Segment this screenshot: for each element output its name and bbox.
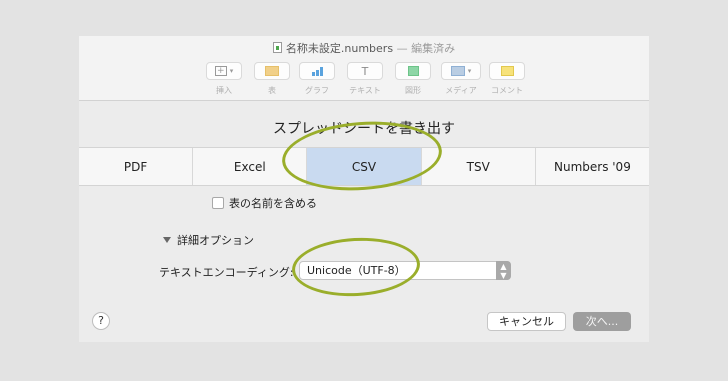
comment-button[interactable] — [489, 62, 525, 80]
chart-button[interactable] — [299, 62, 335, 80]
cancel-button[interactable]: キャンセル — [487, 312, 566, 331]
text-icon: T — [361, 64, 369, 78]
tab-csv[interactable]: CSV — [307, 148, 422, 185]
sheet-title: スプレッドシートを書き出す — [273, 121, 455, 137]
toolbar-label-comment: コメント — [491, 86, 523, 95]
window-filename: 名称未設定.numbers — [285, 42, 394, 55]
encoding-label: テキストエンコーディング: — [159, 266, 294, 279]
include-table-names-label: 表の名前を含める — [229, 197, 317, 210]
insert-button[interactable]: + ▾ — [206, 62, 242, 80]
chevron-down-icon: ▾ — [229, 67, 234, 75]
title-bar: 名称未設定.numbers — 編集済み + ▾ 挿入 表 グラフ T テキスト… — [79, 36, 649, 100]
toolbar-label-insert: 挿入 — [216, 86, 232, 95]
tab-tsv[interactable]: TSV — [422, 148, 536, 185]
format-tabs: PDF Excel CSV TSV Numbers '09 — [79, 147, 649, 186]
include-table-names-checkbox[interactable] — [212, 197, 224, 209]
shape-icon — [407, 66, 419, 76]
advanced-options-toggle[interactable]: 詳細オプション — [163, 232, 254, 248]
numbers-window: 名称未設定.numbers — 編集済み + ▾ 挿入 表 グラフ T テキスト… — [79, 36, 649, 342]
window-title: 名称未設定.numbers — 編集済み — [79, 40, 649, 56]
comment-icon — [500, 66, 514, 76]
numbers-document-icon — [272, 42, 282, 53]
toolbar-label-shape: 図形 — [405, 86, 421, 95]
text-button[interactable]: T — [347, 62, 383, 80]
chevron-down-icon: ▾ — [467, 67, 472, 75]
toolbar-label-text: テキスト — [349, 86, 381, 95]
toolbar-label-chart: グラフ — [305, 86, 329, 95]
toolbar-label-table: 表 — [268, 86, 276, 95]
disclosure-triangle-icon — [163, 237, 171, 243]
help-button[interactable]: ? — [92, 312, 110, 330]
media-button[interactable]: ▾ — [441, 62, 481, 80]
include-table-names-option[interactable]: 表の名前を含める — [212, 195, 317, 211]
encoding-value: Unicode（UTF-8） — [307, 264, 406, 277]
export-sheet: スプレッドシートを書き出す PDF Excel CSV TSV Numbers … — [79, 100, 649, 342]
media-icon — [450, 66, 465, 76]
toolbar-label-media: メディア — [445, 86, 477, 95]
table-icon — [265, 66, 279, 76]
select-stepper-icon: ▲ ▼ — [496, 261, 511, 280]
tab-pdf[interactable]: PDF — [79, 148, 194, 185]
advanced-options-label: 詳細オプション — [177, 234, 254, 247]
window-edit-status: — 編集済み — [396, 42, 456, 55]
chart-icon — [311, 66, 323, 76]
encoding-select[interactable]: Unicode（UTF-8） ▲ ▼ — [299, 261, 511, 280]
shape-button[interactable] — [395, 62, 431, 80]
tab-excel[interactable]: Excel — [193, 148, 308, 185]
insert-icon: + — [214, 66, 227, 76]
table-button[interactable] — [254, 62, 290, 80]
next-button[interactable]: 次へ... — [573, 312, 631, 331]
tab-numbers-09[interactable]: Numbers '09 — [536, 148, 649, 185]
